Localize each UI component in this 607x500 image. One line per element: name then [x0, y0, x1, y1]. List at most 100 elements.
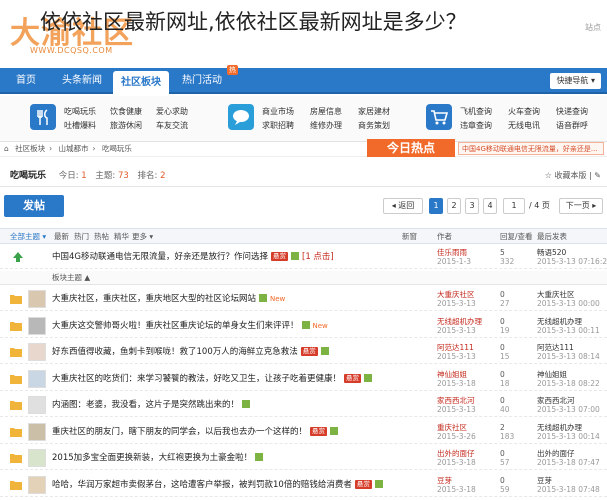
thread-replies: 0 15 [500, 343, 510, 361]
cat-link[interactable]: 火车查询 [508, 106, 540, 117]
pager-page[interactable]: 3 [465, 198, 479, 214]
thread-last-post[interactable]: 无线超机办理 2015-3-13 00:14 [537, 423, 600, 441]
thread-thumbnail[interactable] [28, 396, 46, 414]
folder-icon [10, 480, 22, 490]
cat-link[interactable]: 快递查询 [556, 106, 588, 117]
thread-thumbnail[interactable] [28, 290, 46, 308]
filter-latest[interactable]: 最新 [54, 229, 69, 245]
table-row-pinned[interactable]: 中国4G移动联通电信无限流量，好亲还是放行？作问选择 悬赏 [1 点击] 佳乐雨雨 2… [0, 245, 607, 269]
thread-title[interactable]: 好东西值得收藏，鱼刺卡到喉咙！救了100万人的海鲜立克急救法 悬赏 [52, 345, 329, 357]
table-row[interactable]: 大重庆这交警帅哥火啦！重庆社区重庆论坛的单身女生们来评评！ New 无线超机办理 20… [0, 314, 607, 338]
section-divider[interactable]: 板块主题 ▲ [0, 271, 607, 285]
cat-link[interactable]: 旅游休闲 [110, 120, 142, 131]
thread-title[interactable]: 大重庆社区的吃货们：来学习饕餮的教法，好吃又卫生，让孩子吃着更健康！ 悬赏 [52, 372, 373, 384]
nav-headlines[interactable]: 头条新闻 [54, 68, 110, 94]
cat-link[interactable]: 求职招聘 [262, 120, 294, 131]
nav-hot-events[interactable]: 热门活动 热 [174, 65, 238, 94]
thread-thumbnail[interactable] [28, 475, 46, 494]
forum-info: 吃喝玩乐 今日: 1 主题: 73 排名: 2 ☆ 收藏本版 | ✎ [0, 165, 607, 187]
thread-title[interactable]: 大重庆这交警帅哥火啦！重庆社区重庆论坛的单身女生们来评评！ New [52, 319, 328, 331]
new-window-toggle[interactable]: 新窗 [402, 229, 417, 245]
header-right-link[interactable]: 站点 [585, 22, 601, 33]
cat-link[interactable]: 车友交流 [156, 120, 188, 131]
thread-thumbnail[interactable] [28, 422, 46, 441]
thread-thumbnail[interactable] [28, 316, 46, 335]
cat-link[interactable]: 无线电讯 [508, 120, 540, 131]
pager-back-button[interactable]: ◂ 返回 [383, 198, 423, 214]
home-icon[interactable]: ⌂ [4, 144, 9, 153]
chat-bubble-icon[interactable] [228, 104, 254, 130]
forum-topics: 主题: 73 [95, 171, 129, 181]
cart-icon[interactable] [426, 104, 452, 130]
filter-hot-posts[interactable]: 热帖 [94, 229, 109, 245]
table-row[interactable]: 哈哈，华润万家超市卖假茅台，这哈遭客户举报，被判罚款10倍的赔钱给消费者 悬赏 豆芽… [0, 473, 607, 497]
filter-all[interactable]: 全部主题 ▾ [10, 229, 46, 245]
breadcrumb-item[interactable]: 吃喝玩乐 [102, 144, 132, 153]
cat-link[interactable]: 飞机查询 [460, 106, 492, 117]
thread-author[interactable]: 出外的面仔 2015-3-18 [437, 449, 476, 467]
cat-link[interactable]: 吐槽爆料 [64, 120, 96, 131]
pager-next-button[interactable]: 下一页 ▸ [559, 198, 603, 214]
cat-link[interactable]: 维修办理 [310, 120, 342, 131]
filter-more[interactable]: 更多 ▾ [132, 229, 153, 245]
pager-page[interactable]: 2 [447, 198, 461, 214]
thread-author[interactable]: 无线超机办理 2015-3-13 [437, 317, 482, 335]
breadcrumb-item[interactable]: 山城都市 [59, 144, 89, 153]
thread-title[interactable]: 2015加多宝全面更换新装，大红袍更换为土豪金啦！ [52, 451, 264, 463]
image-icon [364, 373, 373, 382]
nav-home[interactable]: 首页 [6, 68, 46, 94]
breadcrumb-item[interactable]: 社区板块 [15, 144, 45, 153]
thread-author[interactable]: 豆芽 2015-3-18 [437, 476, 476, 494]
thread-thumbnail[interactable] [28, 369, 46, 388]
thread-title[interactable]: 哈哈，华润万家超市卖假茅台，这哈遭客户举报，被判罚款10倍的赔钱给消费者 悬赏 [52, 478, 383, 490]
new-post-button[interactable]: 发帖 [4, 195, 64, 217]
filter-digest[interactable]: 精华 [114, 229, 129, 245]
cat-link[interactable]: 爱心求助 [156, 106, 188, 117]
thread-author[interactable]: 阿范达111 2015-3-13 [437, 343, 476, 361]
filter-hot[interactable]: 热门 [74, 229, 89, 245]
table-row[interactable]: 重庆社区的朋友门，瞎下朋友的同学会，以后我也去办一个这样的！ 悬赏 重庆社区 2015… [0, 420, 607, 444]
pager-jump-input[interactable]: 1 [503, 198, 525, 214]
nav-community[interactable]: 社区板块 [113, 71, 169, 94]
folder-icon [10, 294, 22, 304]
thread-title[interactable]: 重庆社区的朋友门，瞎下朋友的同学会，以后我也去办一个这样的！ 悬赏 [52, 425, 339, 437]
thread-last-post[interactable]: 神仙姐姐 2015-3-18 08:22 [537, 370, 600, 388]
thread-thumbnail[interactable] [28, 449, 46, 467]
thread-last-post[interactable]: 出外的面仔 2015-3-18 07:47 [537, 449, 600, 467]
table-row[interactable]: 2015加多宝全面更换新装，大红袍更换为土豪金啦！ 出外的面仔 2015-3-18 0… [0, 446, 607, 470]
thread-last-post[interactable]: 无线超机办理 2015-3-13 00:11 [537, 317, 600, 335]
folder-icon [10, 453, 22, 463]
today-hot-marquee[interactable]: 中国4G移动联通电信无限流量，好亲还是... [458, 142, 604, 155]
thread-author[interactable]: 神仙姐姐 2015-3-18 [437, 370, 476, 388]
thread-author[interactable]: 家西西北河 2015-3-13 [437, 396, 476, 414]
thread-author[interactable]: 佳乐雨雨 2015-1-3 [437, 248, 471, 266]
table-row[interactable]: 内涵图：老婆，我没看，这片子是突然跳出来的！ 家西西北河 2015-3-13 0 40 家… [0, 393, 607, 417]
quick-nav-dropdown[interactable]: 快捷导航 ▾ [550, 73, 601, 89]
fork-knife-icon[interactable] [30, 104, 56, 130]
cat-link[interactable]: 吃喝玩乐 [64, 106, 96, 117]
thread-last-post[interactable]: 大重庆社区 2015-3-13 00:00 [537, 290, 600, 308]
thread-author[interactable]: 大重庆社区 2015-3-13 [437, 290, 476, 308]
favorite-forum-button[interactable]: ☆ 收藏本版 | ✎ [545, 165, 601, 187]
thread-last-post[interactable]: 阿范达111 2015-3-13 08:14 [537, 343, 600, 361]
cat-link[interactable]: 语音群呼 [556, 120, 588, 131]
table-row[interactable]: 好东西值得收藏，鱼刺卡到喉咙！救了100万人的海鲜立克急救法 悬赏 阿范达111 20… [0, 340, 607, 364]
pager-page[interactable]: 4 [483, 198, 497, 214]
thread-title[interactable]: 内涵图：老婆，我没看，这片子是突然跳出来的！ [52, 398, 251, 410]
cat-link[interactable]: 商业市场 [262, 106, 294, 117]
cat-link[interactable]: 房屋信息 [310, 106, 342, 117]
pager-page[interactable]: 1 [429, 198, 443, 214]
thread-title[interactable]: 中国4G移动联通电信无限流量，好亲还是放行？作问选择 悬赏 [1 点击] [52, 250, 334, 262]
thread-title[interactable]: 大重庆社区，重庆社区，重庆地区大型的社区论坛网站 New [52, 292, 285, 304]
thread-author[interactable]: 重庆社区 2015-3-26 [437, 423, 476, 441]
thread-last-post[interactable]: 家西西北河 2015-3-13 07:00 [537, 396, 600, 414]
thread-last-post[interactable]: 豆芽 2015-3-18 07:48 [537, 476, 600, 494]
cat-link[interactable]: 商务策划 [358, 120, 390, 131]
cat-link[interactable]: 家居建材 [358, 106, 390, 117]
thread-thumbnail[interactable] [28, 343, 46, 361]
thread-last-post[interactable]: 畅语520 2015-3-13 07:16:22 [537, 248, 607, 266]
table-row[interactable]: 大重庆社区，重庆社区，重庆地区大型的社区论坛网站 New 大重庆社区 2015-3-1… [0, 287, 607, 311]
table-row[interactable]: 大重庆社区的吃货们：来学习饕餮的教法，好吃又卫生，让孩子吃着更健康！ 悬赏 神仙姐姐… [0, 367, 607, 391]
cat-link[interactable]: 违章查询 [460, 120, 492, 131]
cat-link[interactable]: 饮食健康 [110, 106, 142, 117]
